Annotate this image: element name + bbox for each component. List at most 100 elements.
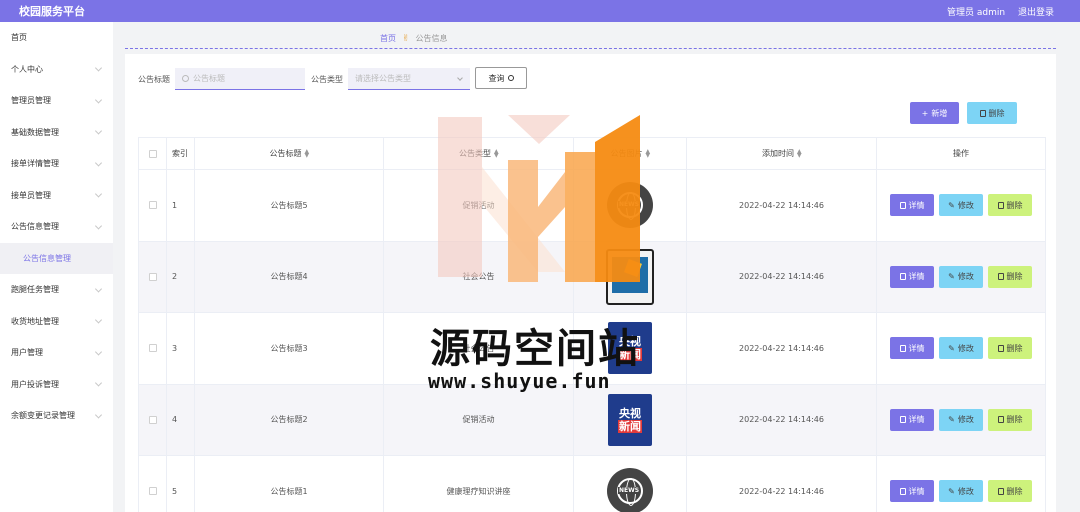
document-icon bbox=[899, 344, 906, 352]
sidebar-item[interactable]: 跑腿任务管理 bbox=[0, 274, 113, 306]
detail-button[interactable]: 详情 bbox=[890, 480, 934, 503]
pencil-icon: ✎ bbox=[948, 272, 955, 282]
detail-button[interactable]: 详情 bbox=[890, 337, 934, 360]
chevron-down-icon bbox=[94, 159, 103, 167]
document-icon bbox=[899, 201, 906, 209]
sidebar: 首页 个人中心 管理员管理 基础数据管理 接单详情管理 接单员管理 公告信息管理 公告信息管理… bbox=[0, 22, 113, 512]
title-search-input[interactable]: 公告标题 bbox=[175, 68, 305, 90]
cell-image: 央视 新闻 bbox=[574, 384, 687, 456]
edit-label: 修改 bbox=[957, 200, 974, 210]
sort-icon[interactable]: ▲ ▼ bbox=[797, 148, 802, 158]
trash-icon bbox=[997, 416, 1004, 424]
detail-label: 详情 bbox=[908, 486, 925, 496]
cell-title-text: 公告标题5 bbox=[270, 200, 308, 210]
delete-label: 删除 bbox=[1006, 200, 1023, 210]
sidebar-item-label: 余额变更记录管理 bbox=[11, 411, 75, 421]
title-search-label: 公告标题 bbox=[138, 75, 170, 84]
sidebar-item-label: 首页 bbox=[11, 33, 27, 43]
sidebar-item[interactable]: 收货地址管理 bbox=[0, 306, 113, 338]
header-image[interactable]: 公告图片 ▲ ▼ bbox=[574, 138, 687, 170]
select-all-checkbox[interactable] bbox=[148, 149, 157, 158]
search-icon bbox=[507, 75, 514, 81]
cell-type-text: 社会公告 bbox=[462, 272, 495, 282]
sidebar-item-label: 跑腿任务管理 bbox=[11, 285, 59, 295]
row-checkbox[interactable] bbox=[148, 415, 157, 424]
document-icon bbox=[899, 273, 906, 281]
sidebar-item[interactable]: 余额变更记录管理 bbox=[0, 400, 113, 432]
type-select[interactable]: 请选择公告类型 bbox=[348, 68, 470, 90]
detail-label: 详情 bbox=[908, 200, 925, 210]
cell-index: 4 bbox=[167, 384, 195, 456]
cell-time: 2022-04-22 14:14:46 bbox=[687, 456, 877, 512]
document-icon bbox=[899, 416, 906, 424]
cell-index-text: 2 bbox=[172, 272, 178, 282]
pencil-icon: ✎ bbox=[948, 200, 955, 210]
row-checkbox[interactable] bbox=[148, 344, 157, 353]
type-search-label: 公告类型 bbox=[311, 75, 343, 84]
cell-time: 2022-04-22 14:14:46 bbox=[687, 170, 877, 242]
sidebar-item-label: 用户管理 bbox=[11, 348, 43, 358]
sidebar-item[interactable]: 用户管理 bbox=[0, 337, 113, 369]
sidebar-item[interactable]: 个人中心 bbox=[0, 54, 113, 86]
sidebar-item[interactable]: 用户投诉管理 bbox=[0, 369, 113, 401]
detail-button[interactable]: 详情 bbox=[890, 194, 934, 217]
delete-label: 删除 bbox=[1006, 272, 1023, 282]
batch-delete-button[interactable]: 删除 bbox=[967, 102, 1017, 124]
detail-label: 详情 bbox=[908, 272, 925, 282]
sidebar-item[interactable]: 接单员管理 bbox=[0, 180, 113, 212]
edit-button[interactable]: ✎ 修改 bbox=[939, 480, 983, 503]
search-icon bbox=[182, 75, 189, 82]
delete-button[interactable]: 删除 bbox=[988, 480, 1032, 503]
cell-type-text: 健康理疗知识讲座 bbox=[446, 486, 511, 496]
delete-button[interactable]: 删除 bbox=[988, 337, 1032, 360]
admin-user[interactable]: 管理员 admin bbox=[947, 5, 1005, 18]
detail-label: 详情 bbox=[908, 415, 925, 425]
row-checkbox[interactable] bbox=[148, 201, 157, 210]
cell-index: 3 bbox=[167, 313, 195, 385]
sidebar-item[interactable]: 公告信息管理 bbox=[0, 211, 113, 243]
sidebar-item[interactable]: 首页 bbox=[0, 22, 113, 54]
sort-icon[interactable]: ▲ ▼ bbox=[494, 148, 499, 158]
breadcrumb-home[interactable]: 首页 bbox=[380, 33, 396, 44]
header-type[interactable]: 公告类型 ▲ ▼ bbox=[384, 138, 574, 170]
query-button[interactable]: 查询 bbox=[475, 67, 527, 89]
header-index: 索引 bbox=[167, 138, 195, 170]
row-checkbox[interactable] bbox=[148, 272, 157, 281]
detail-button[interactable]: 详情 bbox=[890, 265, 934, 288]
trash-icon bbox=[997, 487, 1004, 495]
cell-index: 1 bbox=[167, 170, 195, 242]
chevron-down-icon bbox=[94, 96, 103, 104]
sidebar-item[interactable]: 公告信息管理 bbox=[0, 242, 113, 274]
edit-button[interactable]: ✎ 修改 bbox=[939, 265, 983, 288]
header-title[interactable]: 公告标题 ▲ ▼ bbox=[195, 138, 384, 170]
delete-label: 删除 bbox=[1006, 415, 1023, 425]
chevron-down-icon bbox=[94, 285, 103, 293]
delete-button[interactable]: 删除 bbox=[988, 194, 1032, 217]
cell-type-text: 促销活动 bbox=[462, 200, 495, 210]
sidebar-item[interactable]: 接单详情管理 bbox=[0, 148, 113, 180]
cell-time: 2022-04-22 14:14:46 bbox=[687, 313, 877, 385]
edit-button[interactable]: ✎ 修改 bbox=[939, 408, 983, 431]
row-select-cell bbox=[139, 241, 167, 313]
chevron-down-icon bbox=[94, 379, 103, 387]
pencil-icon: ✎ bbox=[948, 486, 955, 496]
header-time[interactable]: 添加时间 ▲ ▼ bbox=[687, 138, 877, 170]
header-actions: 操作 bbox=[877, 138, 1046, 170]
delete-button[interactable]: 删除 bbox=[988, 265, 1032, 288]
logout-link[interactable]: 退出登录 bbox=[1018, 5, 1054, 18]
cell-time-text: 2022-04-22 14:14:46 bbox=[739, 343, 824, 353]
cell-time-text: 2022-04-22 14:14:46 bbox=[739, 272, 824, 282]
sort-icon[interactable]: ▲ ▼ bbox=[646, 148, 651, 158]
delete-button[interactable]: 删除 bbox=[988, 408, 1032, 431]
breadcrumb-separator-icon: ✌ bbox=[402, 33, 410, 44]
header-title-label: 公告标题 bbox=[269, 149, 302, 158]
cell-title: 公告标题2 bbox=[195, 384, 384, 456]
edit-button[interactable]: ✎ 修改 bbox=[939, 337, 983, 360]
sidebar-item[interactable]: 管理员管理 bbox=[0, 85, 113, 117]
row-checkbox[interactable] bbox=[148, 487, 157, 496]
sidebar-item[interactable]: 基础数据管理 bbox=[0, 117, 113, 149]
add-button[interactable]: + 新增 bbox=[910, 102, 959, 124]
sort-icon[interactable]: ▲ ▼ bbox=[305, 148, 310, 158]
edit-button[interactable]: ✎ 修改 bbox=[939, 194, 983, 217]
detail-button[interactable]: 详情 bbox=[890, 408, 934, 431]
